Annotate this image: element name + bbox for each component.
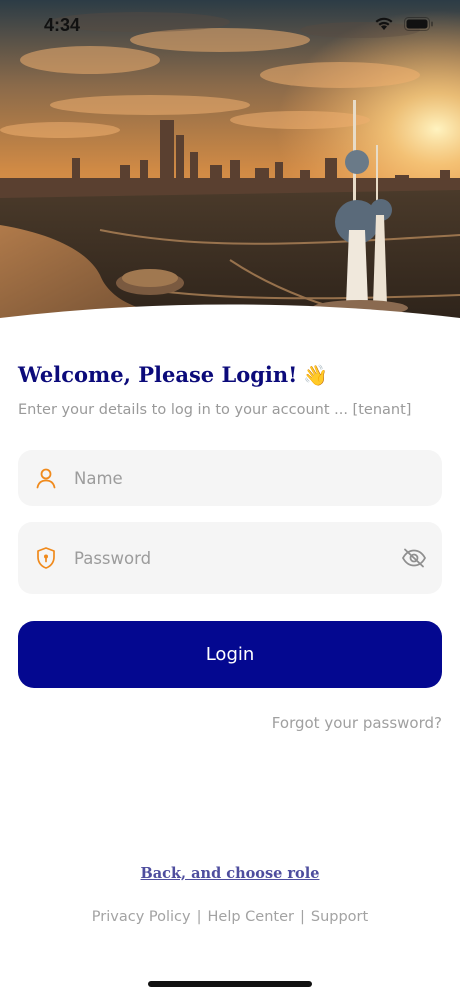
hero-image [0,0,460,340]
shield-lock-icon [18,546,74,570]
name-input[interactable] [74,450,442,506]
privacy-policy-link[interactable]: Privacy Policy [92,909,191,925]
password-input[interactable] [74,522,386,594]
login-screen: 4:34 Welcome, Please Login! 👋 Enter your… [0,0,460,996]
battery-icon [404,16,434,35]
eye-off-icon[interactable] [386,548,442,568]
page-title: Welcome, Please Login! 👋 [18,362,328,387]
support-link[interactable]: Support [311,909,368,925]
wifi-icon [374,16,394,35]
user-icon [18,467,74,489]
help-center-link[interactable]: Help Center [208,909,294,925]
home-indicator[interactable] [148,981,312,987]
login-button[interactable]: Login [18,621,442,688]
back-choose-role-link[interactable]: Back, and choose role [0,865,460,882]
footer-separator: | [196,909,202,925]
status-time: 4:34 [44,14,81,35]
footer-separator: | [299,909,305,925]
name-field[interactable] [18,450,442,506]
status-icons [374,16,434,35]
footer-links: Privacy Policy | Help Center | Support [0,909,460,925]
forgot-password-link[interactable]: Forgot your password? [272,714,442,732]
password-field[interactable] [18,522,442,594]
subtitle: Enter your details to log in to your acc… [18,402,412,418]
status-bar: 4:34 [0,0,460,50]
title-text: Welcome, Please Login! [18,362,298,387]
waving-hand-icon: 👋 [303,362,329,387]
